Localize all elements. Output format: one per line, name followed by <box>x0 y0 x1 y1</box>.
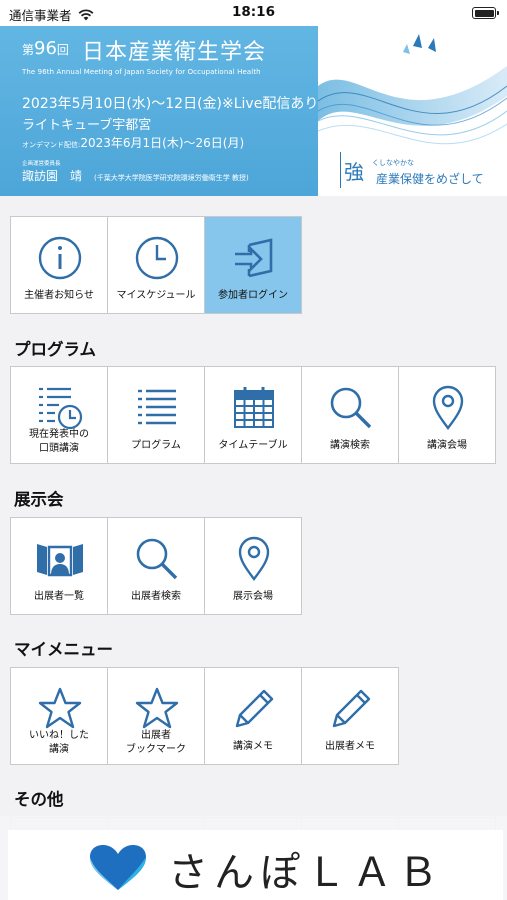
menu-tile-session-search[interactable]: 講演検索 <box>301 366 399 464</box>
conference-title: 日本産業衛生学会 <box>82 40 267 65</box>
list-icon <box>138 389 176 425</box>
menu-tile-label: いいね！した 講演 <box>29 730 89 755</box>
menu-tile-exhibition-venue[interactable]: 展示会場 <box>204 517 302 615</box>
menu-tile-session-memo[interactable]: 講演メモ <box>204 667 302 765</box>
status-bar: 通信事業者 18:16 <box>0 0 507 26</box>
slogan-main: 産業保健をめざして <box>376 172 484 186</box>
conference-venue: ライトキューブ宇都宮 <box>22 118 152 133</box>
slogan-big: 強 <box>344 160 364 184</box>
section-title-other: その他 <box>14 790 64 809</box>
list-clock-icon <box>39 387 83 430</box>
menu-tile-label: 参加者ログイン <box>218 290 288 301</box>
menu-tile-now-presenting[interactable]: 現在発表中の 口頭講演 <box>10 366 108 464</box>
edition-number: 第96回 <box>22 38 69 59</box>
slogan-small: くしなやかな <box>372 159 414 167</box>
exhibitor-icon <box>37 544 83 577</box>
menu-tile-exhibitor-bookmarks[interactable]: 出展者 ブックマーク <box>107 667 205 765</box>
menu-tile-label: 講演検索 <box>330 440 370 451</box>
status-time: 18:16 <box>232 4 275 20</box>
search-icon <box>136 538 178 580</box>
menu-tile-exhibitor-memo[interactable]: 出展者メモ <box>301 667 399 765</box>
chair-name: 諏訪園 靖 (千葉大学大学院医学研究院環境労働衛生学 教授) <box>22 169 249 183</box>
top-menu-grid: 主催者お知らせ マイスケジュール 参加者ログイン <box>10 216 302 314</box>
section-title-exhibition: 展示会 <box>14 490 64 509</box>
menu-tile-label: 出展者 ブックマーク <box>126 730 186 755</box>
info-icon <box>38 236 82 280</box>
exhibition-grid: 出展者一覧 出展者検索 展示会場 <box>10 517 302 615</box>
conference-title-en: The 96th Annual Meeting of Japan Society… <box>22 68 261 76</box>
pencil-icon <box>332 689 371 728</box>
menu-tile-label: 出展者メモ <box>325 741 375 752</box>
map-pin-icon <box>238 536 270 581</box>
banner-info-panel: 第96回 日本産業衛生学会 The 96th Annual Meeting of… <box>0 26 318 196</box>
menu-tile-program[interactable]: プログラム <box>107 366 205 464</box>
calendar-icon <box>234 387 274 428</box>
star-icon <box>135 687 179 729</box>
menu-tile-label: 講演会場 <box>427 440 467 451</box>
menu-tile-label: タイムテーブル <box>218 440 288 451</box>
menu-tile-label: プログラム <box>131 440 181 451</box>
menu-tile-session-venue[interactable]: 講演会場 <box>398 366 496 464</box>
pencil-icon <box>235 689 274 728</box>
star-icon <box>38 687 82 729</box>
menu-tile-label: 現在発表中の 口頭講演 <box>29 429 89 454</box>
menu-tile-my-schedule[interactable]: マイスケジュール <box>107 216 205 314</box>
ondemand-dates: オンデマンド配信:2023年6月1日(木)～26日(月) <box>22 136 245 150</box>
menu-tile-label: 講演メモ <box>233 741 273 752</box>
menu-tile-label: マイスケジュール <box>116 290 196 301</box>
menu-tile-exhibitor-search[interactable]: 出展者検索 <box>107 517 205 615</box>
program-grid: 現在発表中の 口頭講演 プログラム タイムテーブル 講演検索 講演会場 <box>10 366 496 464</box>
section-title-my-menu: マイメニュー <box>14 640 113 659</box>
footer-brand-bar[interactable]: さんぽＬＡＢ <box>0 816 507 900</box>
clock-icon <box>135 236 179 280</box>
menu-tile-organizer-news[interactable]: 主催者お知らせ <box>10 216 108 314</box>
menu-tile-label: 主催者お知らせ <box>24 290 94 301</box>
section-title-program: プログラム <box>14 340 97 359</box>
menu-tile-label: 展示会場 <box>233 591 273 602</box>
search-icon <box>330 387 372 429</box>
login-icon <box>235 238 273 278</box>
map-pin-icon <box>432 385 464 430</box>
menu-tile-label: 出展者検索 <box>131 591 181 602</box>
menu-tile-timetable[interactable]: タイムテーブル <box>204 366 302 464</box>
conference-banner[interactable]: 第96回 日本産業衛生学会 The 96th Annual Meeting of… <box>0 26 507 196</box>
footer-brand-text: さんぽＬＡＢ <box>168 850 444 896</box>
chair-role: 企画運営委員長 <box>22 161 61 167</box>
menu-tile-participant-login[interactable]: 参加者ログイン <box>204 216 302 314</box>
menu-tile-liked-sessions[interactable]: いいね！した 講演 <box>10 667 108 765</box>
main-content: 主催者お知らせ マイスケジュール 参加者ログイン プログラム 現在発表中の 口頭… <box>0 196 507 900</box>
heart-icon <box>90 845 146 890</box>
conference-date: 2023年5月10日(水)～12日(金)※Live配信あり <box>22 96 319 112</box>
menu-tile-label: 出展者一覧 <box>34 591 84 602</box>
menu-tile-exhibitor-list[interactable]: 出展者一覧 <box>10 517 108 615</box>
battery-icon <box>472 7 499 19</box>
my-menu-grid: いいね！した 講演 出展者 ブックマーク 講演メモ 出展者メモ <box>10 667 399 765</box>
